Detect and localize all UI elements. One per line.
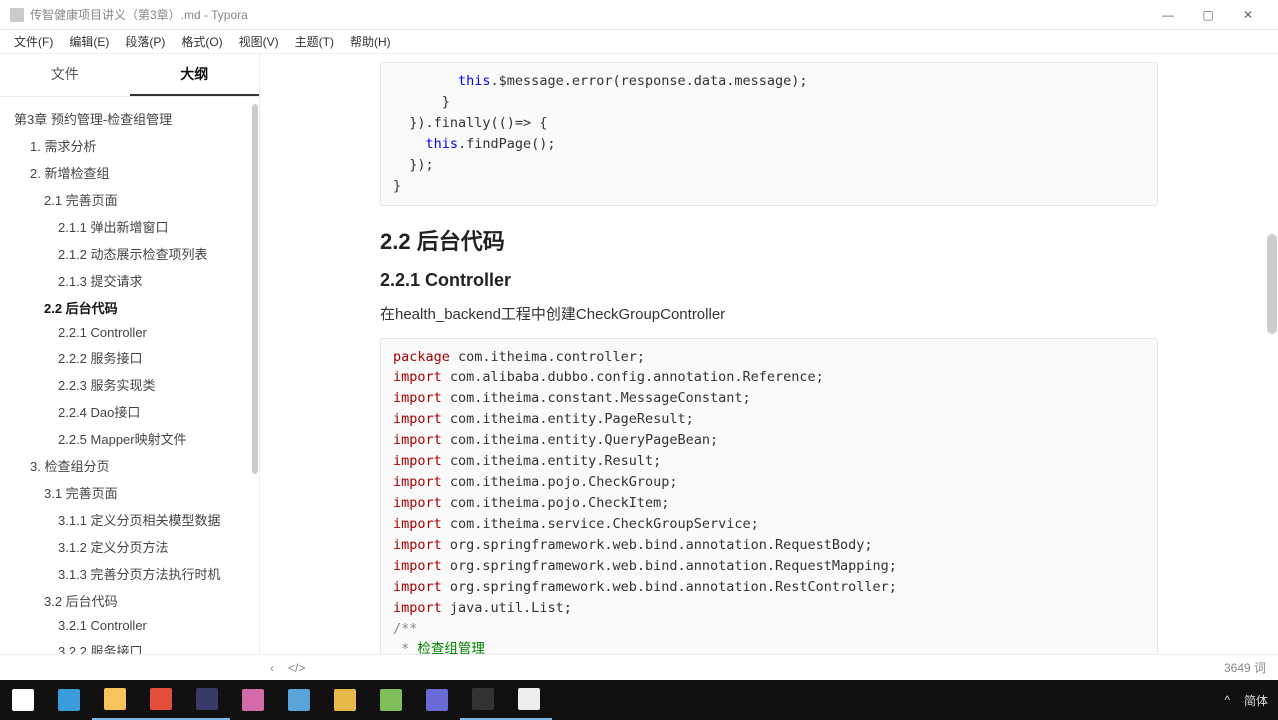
outline-item-17[interactable]: 3.1.3 完善分页方法执行时机: [0, 560, 259, 587]
outline-item-6[interactable]: 2.1.3 提交请求: [0, 267, 259, 294]
taskview-icon: [58, 689, 80, 711]
content-scroll-track: [1266, 54, 1278, 680]
heading-2-2-1[interactable]: 2.2.1 Controller: [380, 270, 1158, 291]
explorer-icon: [104, 688, 126, 710]
tray-up-icon[interactable]: ^: [1224, 693, 1230, 707]
taskbar-chrome[interactable]: [138, 680, 184, 720]
sidebar-tab-file[interactable]: 文件: [0, 54, 130, 96]
sidebar: 文件 大纲 第3章 预约管理-检查组管理1. 需求分析2. 新增检查组2.1 完…: [0, 54, 260, 680]
statusbar: ‹ </> 3649 词: [0, 654, 1278, 680]
menubar: 文件(F)编辑(E)段落(P)格式(O)视图(V)主题(T)帮助(H): [0, 30, 1278, 54]
menu-item-5[interactable]: 主题(T): [287, 30, 342, 53]
outline-item-0[interactable]: 第3章 预约管理-检查组管理: [0, 105, 259, 132]
outline-item-5[interactable]: 2.1.2 动态展示检查项列表: [0, 240, 259, 267]
outline-item-1[interactable]: 1. 需求分析: [0, 132, 259, 159]
outline-item-14[interactable]: 3.1 完善页面: [0, 479, 259, 506]
minimize-button[interactable]: —: [1148, 3, 1188, 27]
titlebar: 传智健康项目讲义（第3章）.md - Typora — ▢ ✕: [0, 0, 1278, 30]
sidebar-scroll-track: [251, 104, 259, 680]
taskbar-typora[interactable]: [506, 680, 552, 720]
sidebar-tab-outline[interactable]: 大纲: [130, 54, 260, 96]
app1-icon: [288, 689, 310, 711]
app3-icon: [426, 689, 448, 711]
code-block-1[interactable]: this.$message.error(response.data.messag…: [380, 62, 1158, 206]
paragraph[interactable]: 在health_backend工程中创建CheckGroupController: [380, 303, 1158, 324]
sidebar-tabs: 文件 大纲: [0, 54, 259, 97]
sidebar-scroll-thumb[interactable]: [252, 104, 258, 474]
taskbar-notepadpp[interactable]: [368, 680, 414, 720]
source-code-icon[interactable]: </>: [288, 661, 305, 675]
intellij-icon: [196, 688, 218, 710]
outline-item-19[interactable]: 3.2.1 Controller: [0, 614, 259, 637]
editor-content[interactable]: this.$message.error(response.data.messag…: [260, 54, 1278, 680]
app-icon: [10, 8, 24, 22]
taskbar-app1[interactable]: [276, 680, 322, 720]
taskbar-taskview[interactable]: [46, 680, 92, 720]
taskbar-explorer[interactable]: [92, 680, 138, 720]
outline-item-12[interactable]: 2.2.5 Mapper映射文件: [0, 425, 259, 452]
outline-item-10[interactable]: 2.2.3 服务实现类: [0, 371, 259, 398]
outline-item-9[interactable]: 2.2.2 服务接口: [0, 344, 259, 371]
menu-item-2[interactable]: 段落(P): [117, 30, 173, 53]
menu-item-4[interactable]: 视图(V): [231, 30, 287, 53]
menu-item-1[interactable]: 编辑(E): [61, 30, 117, 53]
menu-item-6[interactable]: 帮助(H): [342, 30, 399, 53]
outline-item-3[interactable]: 2.1 完善页面: [0, 186, 259, 213]
outline-item-15[interactable]: 3.1.1 定义分页相关模型数据: [0, 506, 259, 533]
content-scroll-thumb[interactable]: [1267, 234, 1277, 334]
maximize-button[interactable]: ▢: [1188, 3, 1228, 27]
menu-item-3[interactable]: 格式(O): [173, 30, 230, 53]
close-button[interactable]: ✕: [1228, 3, 1268, 27]
taskbar: ^ 简体: [0, 680, 1278, 720]
ime-indicator[interactable]: 简体: [1244, 692, 1268, 709]
outline-list[interactable]: 第3章 预约管理-检查组管理1. 需求分析2. 新增检查组2.1 完善页面2.1…: [0, 97, 259, 680]
start-icon: [12, 689, 34, 711]
outline-item-18[interactable]: 3.2 后台代码: [0, 587, 259, 614]
notepadpp-icon: [380, 689, 402, 711]
taskbar-start[interactable]: [0, 680, 46, 720]
taskbar-app3[interactable]: [414, 680, 460, 720]
menu-item-0[interactable]: 文件(F): [6, 30, 61, 53]
terminal-icon: [472, 688, 494, 710]
outline-item-16[interactable]: 3.1.2 定义分页方法: [0, 533, 259, 560]
heading-2-2[interactable]: 2.2 后台代码: [380, 224, 1158, 256]
outline-item-7[interactable]: 2.2 后台代码: [0, 294, 259, 321]
word-count[interactable]: 3649 词: [1224, 659, 1266, 676]
chrome-icon: [150, 688, 172, 710]
taskbar-terminal[interactable]: [460, 680, 506, 720]
taskbar-intellij[interactable]: [184, 680, 230, 720]
app2-icon: [334, 689, 356, 711]
outline-item-11[interactable]: 2.2.4 Dao接口: [0, 398, 259, 425]
back-icon[interactable]: ‹: [270, 661, 274, 675]
main-area: 文件 大纲 第3章 预约管理-检查组管理1. 需求分析2. 新增检查组2.1 完…: [0, 54, 1278, 680]
typora-icon: [518, 688, 540, 710]
code-block-2[interactable]: package com.itheima.controller; import c…: [380, 338, 1158, 680]
window-title: 传智健康项目讲义（第3章）.md - Typora: [30, 6, 1148, 23]
outline-item-4[interactable]: 2.1.1 弹出新增窗口: [0, 213, 259, 240]
paint-icon: [242, 689, 264, 711]
outline-item-2[interactable]: 2. 新增检查组: [0, 159, 259, 186]
outline-item-13[interactable]: 3. 检查组分页: [0, 452, 259, 479]
taskbar-paint[interactable]: [230, 680, 276, 720]
taskbar-app2[interactable]: [322, 680, 368, 720]
outline-item-8[interactable]: 2.2.1 Controller: [0, 321, 259, 344]
